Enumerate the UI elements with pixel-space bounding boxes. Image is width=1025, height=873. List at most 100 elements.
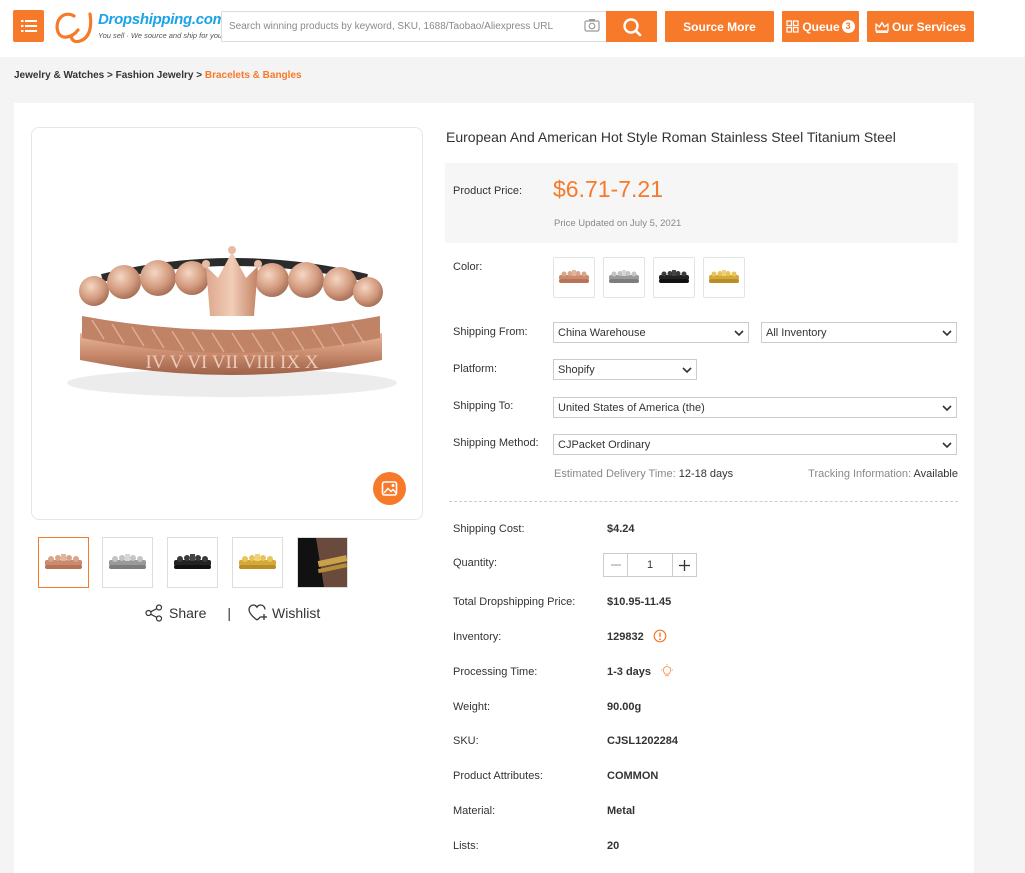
info-alert-icon[interactable] xyxy=(653,629,667,643)
color-swatch-silver[interactable] xyxy=(603,257,645,298)
thumbnail-black[interactable] xyxy=(167,537,218,588)
quantity-stepper xyxy=(603,553,697,577)
our-services-label: Our Services xyxy=(891,19,967,34)
shipping-to-select[interactable]: United States of America (the) xyxy=(553,397,957,418)
shipping-from-label: Shipping From: xyxy=(453,326,528,338)
heart-plus-icon xyxy=(248,604,267,621)
chevron-down-icon xyxy=(942,442,952,449)
our-services-button[interactable]: Our Services xyxy=(867,11,974,42)
logo-brand-text: Dropshipping.com xyxy=(98,11,226,28)
color-swatch-rose-gold[interactable] xyxy=(553,257,595,298)
quantity-increase-button[interactable] xyxy=(672,554,696,576)
chevron-down-icon xyxy=(942,405,952,412)
estimated-delivery-label: Estimated Delivery Time: xyxy=(554,468,676,480)
search-input[interactable] xyxy=(222,12,562,41)
inventory-filter-value: All Inventory xyxy=(766,326,827,339)
estimated-delivery: Estimated Delivery Time: 12-18 days xyxy=(554,468,733,480)
svg-text:IV V VI VII VIII IX X: IV V VI VII VIII IX X xyxy=(145,352,318,373)
minus-icon xyxy=(610,564,621,566)
inventory-filter-select[interactable]: All Inventory xyxy=(761,322,957,343)
shipping-to-value: United States of America (the) xyxy=(558,401,705,414)
product-main-image[interactable]: IV V VI VII VIII IX X xyxy=(31,127,423,520)
breadcrumb: Jewelry & Watches > Fashion Jewelry > Br… xyxy=(14,70,302,81)
queue-label: Queue xyxy=(802,19,840,34)
thumbnail-worn-on-wrist[interactable] xyxy=(297,537,348,588)
image-search-icon xyxy=(381,480,397,496)
product-title: European And American Hot Style Roman St… xyxy=(446,129,896,145)
product-price-label: Product Price: xyxy=(453,185,523,197)
processing-time-value: 1-3 days xyxy=(607,666,652,678)
product-attributes-label: Product Attributes: xyxy=(453,770,543,782)
lists-value: 20 xyxy=(607,840,620,852)
source-more-button[interactable]: Source More xyxy=(665,11,774,42)
product-attributes-value: COMMON xyxy=(607,770,659,782)
camera-icon[interactable] xyxy=(584,18,600,37)
share-wishlist-row: Share | Wishlist xyxy=(145,604,320,622)
tracking-information-label: Tracking Information: xyxy=(808,468,912,480)
search-box xyxy=(221,11,607,42)
queue-button[interactable]: Queue 3 xyxy=(782,11,859,42)
shipping-cost-label: Shipping Cost: xyxy=(453,523,525,535)
shipping-to-label: Shipping To: xyxy=(453,400,514,412)
weight-value: 90.00g xyxy=(607,701,642,713)
platform-select[interactable]: Shopify xyxy=(553,359,697,380)
breadcrumb-separator: > xyxy=(196,70,203,81)
queue-icon xyxy=(786,20,799,33)
site-logo[interactable]: Dropshipping.com You sell · We source an… xyxy=(52,8,226,44)
platform-value: Shopify xyxy=(558,363,595,376)
product-price: $6.71-7.21 xyxy=(553,176,663,202)
breadcrumb-bracelets-bangles[interactable]: Bracelets & Bangles xyxy=(205,70,302,81)
search-icon xyxy=(622,17,641,36)
image-zoom-button[interactable] xyxy=(373,472,406,505)
breadcrumb-jewelry-watches[interactable]: Jewelry & Watches xyxy=(14,70,104,81)
tracking-information: Tracking Information: Available xyxy=(808,468,958,480)
breadcrumb-separator: > xyxy=(107,70,113,81)
inventory-label: Inventory: xyxy=(453,631,502,643)
inventory-value: 129832 xyxy=(607,631,644,643)
breadcrumb-fashion-jewelry[interactable]: Fashion Jewelry xyxy=(116,70,194,81)
color-swatch-gold[interactable] xyxy=(703,257,745,298)
shipping-method-label: Shipping Method: xyxy=(453,437,539,449)
tracking-information-value: Available xyxy=(913,468,958,480)
weight-label: Weight: xyxy=(453,701,491,713)
quantity-label: Quantity: xyxy=(453,557,498,569)
quantity-input[interactable] xyxy=(628,554,672,576)
quantity-decrease-button[interactable] xyxy=(604,554,628,576)
estimated-delivery-value: 12-18 days xyxy=(678,468,734,480)
sku-label: SKU: xyxy=(453,735,479,747)
share-wishlist-divider: | xyxy=(227,605,231,621)
crown-icon xyxy=(875,21,889,33)
thumbnail-rose-gold[interactable] xyxy=(38,537,89,588)
share-label: Share xyxy=(169,605,207,621)
thumbnail-gold[interactable] xyxy=(232,537,283,588)
price-updated-text: Price Updated on July 5, 2021 xyxy=(554,218,682,229)
shipping-method-select[interactable]: CJPacket Ordinary xyxy=(553,434,957,455)
queue-count-badge: 3 xyxy=(841,20,855,33)
sku-value: CJSL1202284 xyxy=(607,735,678,747)
menu-icon[interactable] xyxy=(13,10,44,42)
color-swatch-black[interactable] xyxy=(653,257,695,298)
shipping-from-value: China Warehouse xyxy=(558,326,646,339)
chevron-down-icon xyxy=(734,330,744,337)
share-icon xyxy=(145,604,163,622)
price-box xyxy=(445,163,958,243)
wishlist-button[interactable]: Wishlist xyxy=(248,604,320,622)
plus-icon xyxy=(679,559,690,571)
search-button[interactable] xyxy=(606,11,657,42)
chevron-down-icon xyxy=(942,330,952,337)
section-divider xyxy=(449,501,958,502)
color-label: Color: xyxy=(453,261,483,273)
processing-time-label: Processing Time: xyxy=(453,666,538,678)
wishlist-label: Wishlist xyxy=(272,605,321,621)
lightbulb-icon[interactable] xyxy=(660,664,674,679)
material-label: Material: xyxy=(453,805,496,817)
source-more-label: Source More xyxy=(683,19,756,34)
thumbnail-silver[interactable] xyxy=(102,537,153,588)
platform-label: Platform: xyxy=(453,363,498,375)
lists-label: Lists: xyxy=(453,840,479,852)
share-button[interactable]: Share xyxy=(145,604,206,622)
shipping-method-value: CJPacket Ordinary xyxy=(558,438,651,451)
shipping-cost-value: $4.24 xyxy=(607,523,635,535)
chevron-down-icon xyxy=(682,367,692,374)
shipping-from-select[interactable]: China Warehouse xyxy=(553,322,749,343)
